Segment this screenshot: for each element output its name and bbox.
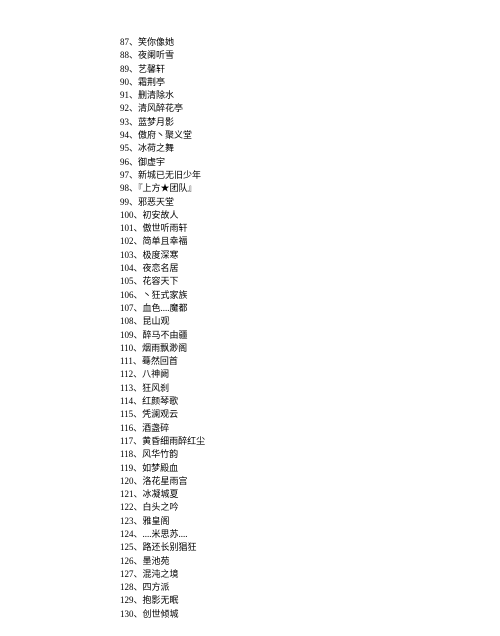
list-item: 107、血色....魔都 bbox=[120, 302, 500, 315]
list-item: 117、黄昏细雨醉红尘 bbox=[120, 435, 500, 448]
list-item: 90、霜荆亭 bbox=[120, 76, 500, 89]
numbered-list: 87、笑你像她88、夜阑听雪89、艺馨轩90、霜荆亭91、删清除水92、清风醉花… bbox=[120, 36, 500, 621]
list-item: 118、风华竹韵 bbox=[120, 448, 500, 461]
list-item: 113、狂风刹 bbox=[120, 382, 500, 395]
list-item: 116、酒盏碎 bbox=[120, 422, 500, 435]
list-item: 98、『上方★团队』 bbox=[120, 182, 500, 195]
list-item: 101、傲世听雨轩 bbox=[120, 222, 500, 235]
list-item: 119、如梦殿血 bbox=[120, 462, 500, 475]
list-item: 104、夜恋名居 bbox=[120, 262, 500, 275]
list-item: 112、八神阙 bbox=[120, 368, 500, 381]
list-item: 123、雅皇阁 bbox=[120, 515, 500, 528]
list-item: 110、烟雨飘渺阁 bbox=[120, 342, 500, 355]
list-item: 100、初安故人 bbox=[120, 209, 500, 222]
list-item: 120、洛花星雨宫 bbox=[120, 475, 500, 488]
list-item: 126、墨池苑 bbox=[120, 555, 500, 568]
list-item: 99、邪恶天堂 bbox=[120, 196, 500, 209]
list-item: 130、创世倾城 bbox=[120, 608, 500, 621]
list-item: 94、傲府丶聚义堂 bbox=[120, 129, 500, 142]
list-item: 89、艺馨轩 bbox=[120, 63, 500, 76]
list-item: 129、抱影无眠 bbox=[120, 594, 500, 607]
list-item: 127、混沌之境 bbox=[120, 568, 500, 581]
list-item: 102、简单且幸福 bbox=[120, 235, 500, 248]
list-item: 105、花容天下 bbox=[120, 275, 500, 288]
list-item: 125、路还长别猖狂 bbox=[120, 541, 500, 554]
list-item: 97、新城已无旧少年 bbox=[120, 169, 500, 182]
list-item: 108、昆山观 bbox=[120, 315, 500, 328]
list-item: 109、醉马不由疆 bbox=[120, 329, 500, 342]
list-item: 115、凭澜观云 bbox=[120, 408, 500, 421]
list-item: 87、笑你像她 bbox=[120, 36, 500, 49]
list-item: 124、....米思苏.... bbox=[120, 528, 500, 541]
list-item: 91、删清除水 bbox=[120, 89, 500, 102]
list-item: 88、夜阑听雪 bbox=[120, 49, 500, 62]
list-item: 114、红颜琴歌 bbox=[120, 395, 500, 408]
list-item: 121、冰凝城夏 bbox=[120, 488, 500, 501]
list-item: 122、白头之吟 bbox=[120, 501, 500, 514]
list-item: 93、蓝梦月影 bbox=[120, 116, 500, 129]
list-item: 95、冰荷之舞 bbox=[120, 142, 500, 155]
list-item: 111、蓦然回首 bbox=[120, 355, 500, 368]
list-item: 103、极度深寒 bbox=[120, 249, 500, 262]
list-item: 92、清风醉花亭 bbox=[120, 102, 500, 115]
list-item: 128、四方派 bbox=[120, 581, 500, 594]
list-item: 106、丶狂式家族 bbox=[120, 289, 500, 302]
list-item: 96、御虚宇 bbox=[120, 156, 500, 169]
